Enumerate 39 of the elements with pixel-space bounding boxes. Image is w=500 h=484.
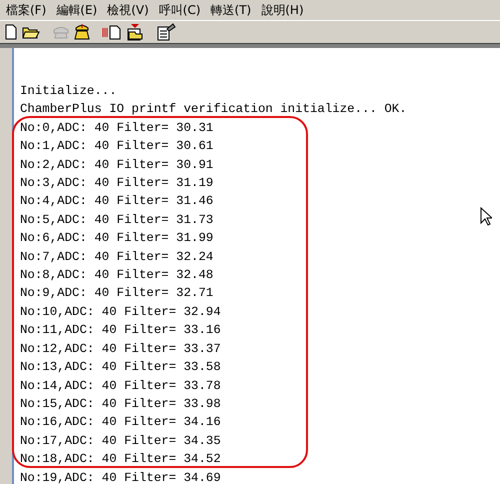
menu-item[interactable]: 轉送(T)	[206, 2, 258, 18]
phone-icon	[52, 24, 70, 40]
terminal-line: No:5,ADC: 40 Filter= 31.73	[20, 212, 214, 229]
terminal-line: No:9,ADC: 40 Filter= 32.71	[20, 285, 214, 302]
document-icon	[4, 24, 18, 40]
terminal-line: No:3,ADC: 40 Filter= 31.19	[20, 175, 214, 192]
terminal-line: No:0,ADC: 40 Filter= 30.31	[20, 120, 214, 137]
terminal-line: ChamberPlus IO printf verification initialize... OK.	[20, 101, 407, 118]
terminal-line: No:11,ADC: 40 Filter= 33.16	[20, 322, 221, 340]
toolbar-button[interactable]	[155, 22, 177, 42]
toolbar-button[interactable]	[73, 22, 91, 42]
terminal-line: No:1,ADC: 40 Filter= 30.61	[20, 138, 214, 156]
menu-item[interactable]: 編輯(E)	[52, 2, 104, 18]
send-icon	[102, 24, 122, 40]
terminal-line: No:8,ADC: 40 Filter= 32.48	[20, 267, 214, 284]
terminal-line: No:14,ADC: 40 Filter= 33.78	[20, 378, 221, 394]
phone-icon	[74, 23, 90, 41]
terminal-line: No:15,ADC: 40 Filter= 33.98	[20, 396, 221, 413]
terminal-line: No:4,ADC: 40 Filter= 31.46	[20, 193, 214, 210]
terminal-line: No:17,ADC: 40 Filter= 34.35	[20, 432, 221, 450]
terminal-line: No:19,ADC: 40 Filter= 34.69	[20, 470, 221, 484]
terminal-line: No:16,ADC: 40 Filter= 34.16	[20, 414, 221, 432]
toolbar-button[interactable]	[3, 22, 19, 42]
properties-icon	[156, 23, 176, 41]
cursor-icon	[480, 207, 492, 226]
toolbar-button[interactable]	[125, 22, 145, 42]
receive-icon	[126, 23, 144, 41]
terminal-line: No:18,ADC: 40 Filter= 34.52	[20, 451, 221, 468]
terminal-line: No:6,ADC: 40 Filter= 31.99	[20, 230, 214, 248]
terminal-line: No:7,ADC: 40 Filter= 32.24	[20, 248, 214, 266]
terminal-line: No:12,ADC: 40 Filter= 33.37	[20, 340, 221, 358]
terminal-line: Initialize...	[20, 83, 117, 100]
menu-item[interactable]: 檢視(V)	[103, 2, 155, 18]
terminal-line: No:10,ADC: 40 Filter= 32.94	[20, 304, 221, 321]
menu-item[interactable]: 說明(H)	[257, 2, 310, 18]
menu-item[interactable]: 呼叫(C)	[154, 2, 207, 18]
terminal-line: No:2,ADC: 40 Filter= 30.91	[20, 156, 214, 174]
menu-item[interactable]: 檔案(F)	[2, 2, 52, 18]
terminal-line: No:13,ADC: 40 Filter= 33.58	[20, 359, 221, 376]
